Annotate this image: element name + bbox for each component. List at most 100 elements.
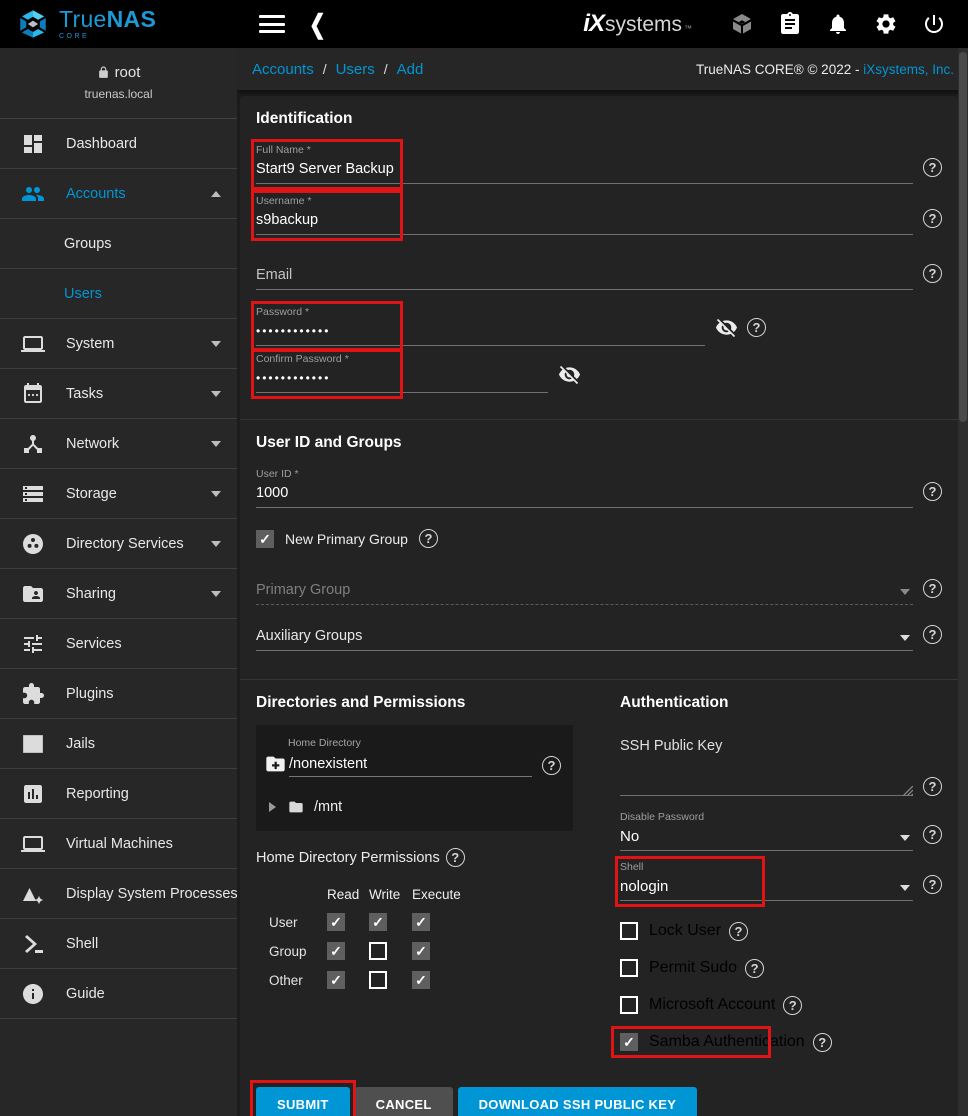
top-bar: TrueNAS CORE ❮ iXsystems™: [0, 0, 968, 48]
resize-grip-icon[interactable]: [903, 783, 913, 793]
user-id-field[interactable]: User ID * 1000: [256, 468, 913, 508]
help-icon[interactable]: ?: [923, 579, 942, 598]
sidebar-item-system[interactable]: System: [0, 319, 237, 369]
lock-icon: [97, 66, 110, 79]
sidebar-item-tasks[interactable]: Tasks: [0, 369, 237, 419]
sidebar-item-guide[interactable]: Guide: [0, 969, 237, 1019]
sidebar-item-accounts[interactable]: Accounts: [0, 169, 237, 219]
primary-group-row: Primary Group ?: [256, 579, 942, 605]
sidebar-item-storage[interactable]: Storage: [0, 469, 237, 519]
microsoft-account-checkbox[interactable]: [620, 996, 638, 1014]
perm-group-read-checkbox[interactable]: ✓: [327, 942, 345, 960]
breadcrumb-users[interactable]: Users: [336, 61, 375, 78]
perm-user-read-checkbox[interactable]: ✓: [327, 913, 345, 931]
sidebar-item-display-system-processes[interactable]: Display System Processes: [0, 869, 237, 919]
sidebar-item-groups[interactable]: Groups: [0, 219, 237, 269]
perm-user-execute-checkbox[interactable]: ✓: [412, 913, 430, 931]
sidebar-item-reporting[interactable]: Reporting: [0, 769, 237, 819]
help-icon[interactable]: ?: [813, 1033, 832, 1052]
shell-select[interactable]: Shell nologin: [620, 861, 913, 901]
sharing-folder-icon: [21, 582, 45, 606]
help-icon[interactable]: ?: [923, 777, 942, 796]
menu-hamburger-icon[interactable]: [259, 15, 285, 33]
samba-authentication-checkbox[interactable]: ✓: [620, 1033, 638, 1051]
power-icon[interactable]: [922, 12, 946, 36]
tree-item-mnt[interactable]: /mnt: [269, 799, 561, 815]
folder-plus-icon[interactable]: [262, 753, 289, 775]
perm-other-read-checkbox[interactable]: ✓: [327, 971, 345, 989]
jails-icon: [21, 732, 45, 756]
help-icon[interactable]: ?: [783, 996, 802, 1015]
reporting-chart-icon: [21, 782, 45, 806]
sidebar-item-plugins[interactable]: Plugins: [0, 669, 237, 719]
ssh-public-key-textarea[interactable]: [620, 754, 913, 796]
sidebar-item-network[interactable]: Network: [0, 419, 237, 469]
breadcrumb-accounts[interactable]: Accounts: [252, 61, 314, 78]
shell-row: Shell nologin ?: [620, 861, 942, 901]
help-icon[interactable]: ?: [923, 625, 942, 644]
changelog-clipboard-icon[interactable]: [778, 12, 802, 36]
sidebar-item-sharing[interactable]: Sharing: [0, 569, 237, 619]
perm-group-execute-checkbox[interactable]: ✓: [412, 942, 430, 960]
toggle-password-visibility-icon[interactable]: [558, 363, 581, 386]
dashboard-icon: [21, 132, 45, 156]
help-icon[interactable]: ?: [923, 158, 942, 177]
sidebar-item-services[interactable]: Services: [0, 619, 237, 669]
section-title: User ID and Groups: [256, 434, 942, 452]
help-icon[interactable]: ?: [729, 922, 748, 941]
auxiliary-groups-select[interactable]: Auxiliary Groups: [256, 628, 913, 651]
sidebar-item-jails[interactable]: Jails: [0, 719, 237, 769]
collapse-chevron-icon[interactable]: ❮: [309, 8, 326, 41]
password-field[interactable]: Password * ••••••••••••: [256, 306, 705, 346]
perm-other-write-checkbox[interactable]: [369, 971, 387, 989]
new-primary-group-checkbox[interactable]: ✓: [256, 530, 274, 548]
tree-expand-icon[interactable]: [269, 802, 276, 812]
confirm-password-field[interactable]: Confirm Password * ••••••••••••: [256, 353, 548, 393]
truecommand-icon[interactable]: [730, 12, 754, 36]
help-icon[interactable]: ?: [923, 825, 942, 844]
perm-other-execute-checkbox[interactable]: ✓: [412, 971, 430, 989]
sidebar-item-virtual-machines[interactable]: Virtual Machines: [0, 819, 237, 869]
help-icon[interactable]: ?: [745, 959, 764, 978]
home-directory-field[interactable]: /nonexistent: [289, 756, 532, 777]
toggle-password-visibility-icon[interactable]: [715, 316, 738, 339]
perm-group-write-checkbox[interactable]: [369, 942, 387, 960]
home-directory-permissions-row: Home Directory Permissions ?: [256, 848, 604, 867]
section-user-id-groups: User ID and Groups User ID * 1000 ? ✓ Ne…: [240, 419, 958, 679]
sidebar-item-users[interactable]: Users: [0, 269, 237, 319]
submit-button[interactable]: SUBMIT: [256, 1087, 350, 1116]
disable-password-select[interactable]: Disable Password No: [620, 811, 913, 851]
ssh-public-key-row: ?: [620, 754, 942, 796]
full-name-field[interactable]: Full Name * Start9 Server Backup: [256, 144, 913, 184]
truenas-logo[interactable]: TrueNAS CORE: [0, 8, 237, 40]
section-identification: Identification Full Name * Start9 Server…: [240, 96, 958, 419]
sidebar-item-shell[interactable]: Shell: [0, 919, 237, 969]
download-ssh-key-button[interactable]: DOWNLOAD SSH PUBLIC KEY: [458, 1087, 698, 1116]
help-icon[interactable]: ?: [923, 209, 942, 228]
notifications-bell-icon[interactable]: [826, 12, 850, 36]
logged-in-user: root: [0, 64, 237, 81]
help-icon[interactable]: ?: [419, 529, 438, 548]
perm-user-write-checkbox[interactable]: ✓: [369, 913, 387, 931]
help-icon[interactable]: ?: [542, 756, 561, 775]
ixsystems-link[interactable]: iXsystems, Inc.: [863, 62, 954, 77]
help-icon[interactable]: ?: [923, 482, 942, 501]
copyright-text: TrueNAS CORE® © 2022 - iXsystems, Inc.: [696, 62, 954, 77]
primary-group-select[interactable]: Primary Group: [256, 582, 913, 605]
lock-user-checkbox[interactable]: [620, 922, 638, 940]
username-field[interactable]: Username * s9backup: [256, 195, 913, 235]
email-field[interactable]: Email: [256, 267, 913, 290]
sidebar-item-dashboard[interactable]: Dashboard: [0, 119, 237, 169]
full-name-row: Full Name * Start9 Server Backup ?: [256, 144, 942, 184]
scrollbar-thumb[interactable]: [959, 52, 967, 422]
help-icon[interactable]: ?: [923, 264, 942, 283]
cancel-button[interactable]: CANCEL: [355, 1087, 453, 1116]
breadcrumb-add[interactable]: Add: [397, 61, 424, 78]
help-icon[interactable]: ?: [446, 848, 465, 867]
vertical-scrollbar[interactable]: [958, 48, 968, 1116]
settings-gear-icon[interactable]: [874, 12, 898, 36]
sidebar-item-directory-services[interactable]: Directory Services: [0, 519, 237, 569]
permit-sudo-checkbox[interactable]: [620, 959, 638, 977]
help-icon[interactable]: ?: [747, 318, 766, 337]
help-icon[interactable]: ?: [923, 875, 942, 894]
